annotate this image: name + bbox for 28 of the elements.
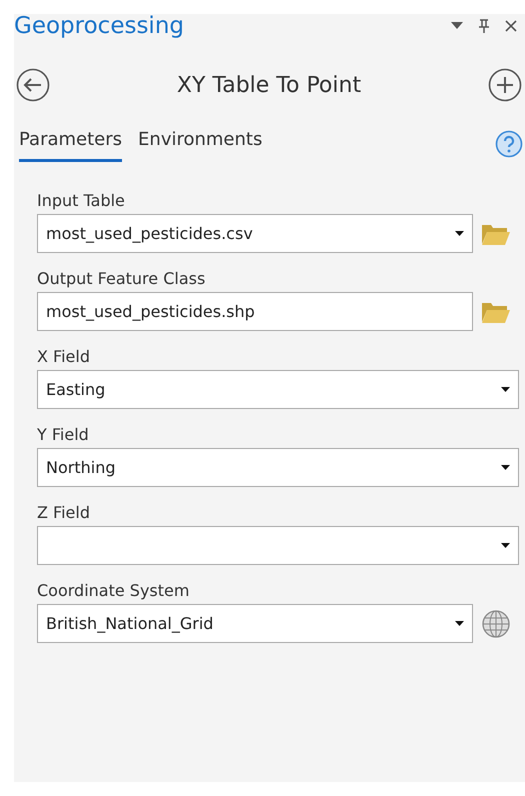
dropdown-field[interactable]: Northing [37,448,519,487]
caret-icon[interactable] [455,620,464,626]
field-label: Output Feature Class [37,268,206,290]
caret-icon[interactable] [501,542,510,548]
field-label: Coordinate System [37,580,190,602]
dropdown-field[interactable]: Easting [37,370,519,409]
tool-title: XY Table To Point [176,72,362,100]
field-label: X Field [37,346,91,368]
field-label: Y Field [37,424,90,446]
field-label: Input Table [37,190,126,212]
field-label: Z Field [37,502,91,524]
input-field[interactable]: most_used_pesticides.shp [37,292,473,331]
dropdown-field[interactable]: British_National_Grid [37,604,473,643]
pin-icon[interactable] [479,19,489,33]
tab[interactable]: Parameters [19,126,122,162]
caret-icon[interactable] [501,464,510,470]
back-icon[interactable] [16,68,50,102]
close-icon[interactable] [505,20,517,32]
dropdown-field[interactable] [37,526,519,565]
tab[interactable]: Environments [138,126,262,162]
add-icon[interactable] [488,68,522,102]
caret-icon[interactable] [501,386,510,392]
help-icon[interactable] [495,130,523,158]
pane-title: Geoprocessing [14,14,185,40]
dropdown-field[interactable]: most_used_pesticides.csv [37,214,473,253]
caret-icon[interactable] [455,230,464,236]
dropdown-icon[interactable] [451,22,463,30]
globe-icon[interactable] [481,608,511,638]
